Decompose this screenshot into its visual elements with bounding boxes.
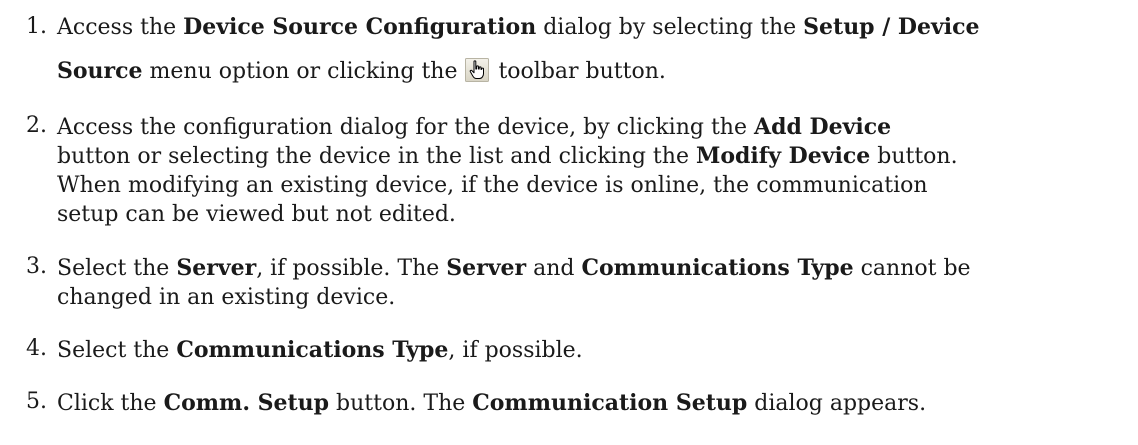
step-number: 2. (26, 113, 47, 138)
bold-term: Communications Type (581, 255, 854, 281)
step-line: Access the Device Source Configuration d… (57, 14, 980, 40)
text: setup can be viewed but not edited. (57, 202, 456, 227)
bold-term: Server (446, 255, 527, 281)
step-line: When modifying an existing device, if th… (57, 171, 1137, 200)
text: Select the (57, 256, 177, 281)
step-line: Select the Server, if possible. The Serv… (57, 254, 1137, 283)
text: Select the (57, 338, 177, 363)
bold-term: Modify Device (695, 143, 871, 169)
bold-term: Communications Type (176, 337, 449, 363)
text: menu option or clicking the (142, 59, 465, 84)
bold-term: Communication Setup (472, 390, 748, 416)
hand-pointer-icon (465, 58, 490, 82)
step-text: Select the Communications Type, if possi… (57, 336, 1137, 365)
text: button or selecting the device in the li… (57, 144, 696, 169)
step-line: Source menu option or clicking the toolb… (57, 58, 666, 84)
text: , if possible. The (256, 256, 447, 281)
step-line: changed in an existing device. (57, 283, 1137, 312)
text: , if possible. (448, 338, 583, 363)
text: Access the configuration dialog for the … (57, 115, 754, 140)
bold-term: Device Source Configuration (183, 14, 537, 40)
text: Access the (57, 15, 184, 40)
step-text: Access the configuration dialog for the … (57, 113, 1137, 229)
text: button. (870, 144, 958, 169)
text: cannot be (853, 256, 971, 281)
text: and (526, 256, 582, 281)
step-number: 3. (26, 254, 47, 279)
text: When modifying an existing device, if th… (57, 173, 928, 198)
step-line: setup can be viewed but not edited. (57, 200, 1137, 229)
step-number: 1. (26, 14, 47, 39)
bold-term: Source (57, 58, 143, 84)
bold-term: Setup / Device (803, 14, 980, 40)
step-text: Select the Server, if possible. The Serv… (57, 254, 1137, 312)
text: Click the (57, 391, 164, 416)
bold-term: Comm. Setup (163, 390, 330, 416)
step-number: 5. (26, 389, 47, 414)
bold-term: Server (176, 255, 257, 281)
step-text: Click the Comm. Setup button. The Commun… (57, 389, 1137, 418)
text: toolbar button. (491, 59, 666, 84)
step-number: 4. (26, 336, 47, 361)
step-line: Click the Comm. Setup button. The Commun… (57, 389, 1137, 418)
step-line: button or selecting the device in the li… (57, 142, 1137, 171)
step-line: Select the Communications Type, if possi… (57, 336, 1137, 365)
text: dialog by selecting the (536, 15, 804, 40)
text: button. The (329, 391, 473, 416)
text: dialog appears. (747, 391, 927, 416)
text: changed in an existing device. (57, 285, 396, 310)
bold-term: Add Device (754, 114, 892, 140)
step-line: Access the configuration dialog for the … (57, 113, 1137, 142)
